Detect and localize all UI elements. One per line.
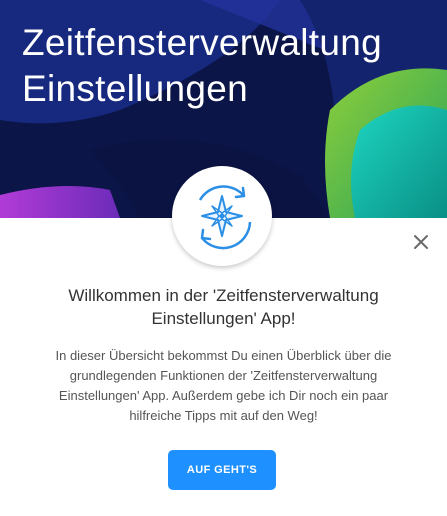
title-line-2: Einstellungen: [22, 68, 249, 109]
page-title: Zeitfensterverwaltung Einstellungen: [22, 20, 382, 112]
welcome-heading: Willkommen in der 'Zeitfensterverwaltung…: [20, 284, 427, 330]
body-line-1: In dieser Übersicht bekommst Du einen Üb…: [55, 348, 392, 363]
heading-line-2: Einstellungen' App!: [151, 309, 296, 328]
title-line-1: Zeitfensterverwaltung: [22, 22, 383, 63]
onboarding-dialog: Zeitfensterverwaltung Einstellungen Will…: [0, 0, 447, 516]
welcome-text: In dieser Übersicht bekommst Du einen Üb…: [28, 346, 419, 426]
app-logo-badge: [172, 166, 272, 266]
body-line-3: Einstellungen' App. Außerdem gebe ich Di…: [58, 388, 389, 403]
body-line-4: hilfreiche Tipps mit auf den Weg!: [129, 408, 318, 423]
body-line-2: grundlegenden Funktionen der 'Zeitfenste…: [69, 368, 378, 383]
close-button[interactable]: [409, 230, 433, 254]
heading-line-1: Willkommen in der 'Zeitfensterverwaltung: [68, 286, 379, 305]
close-icon: [414, 235, 428, 249]
start-button[interactable]: AUF GEHT'S: [168, 450, 276, 490]
compass-sync-icon: [198, 185, 252, 250]
